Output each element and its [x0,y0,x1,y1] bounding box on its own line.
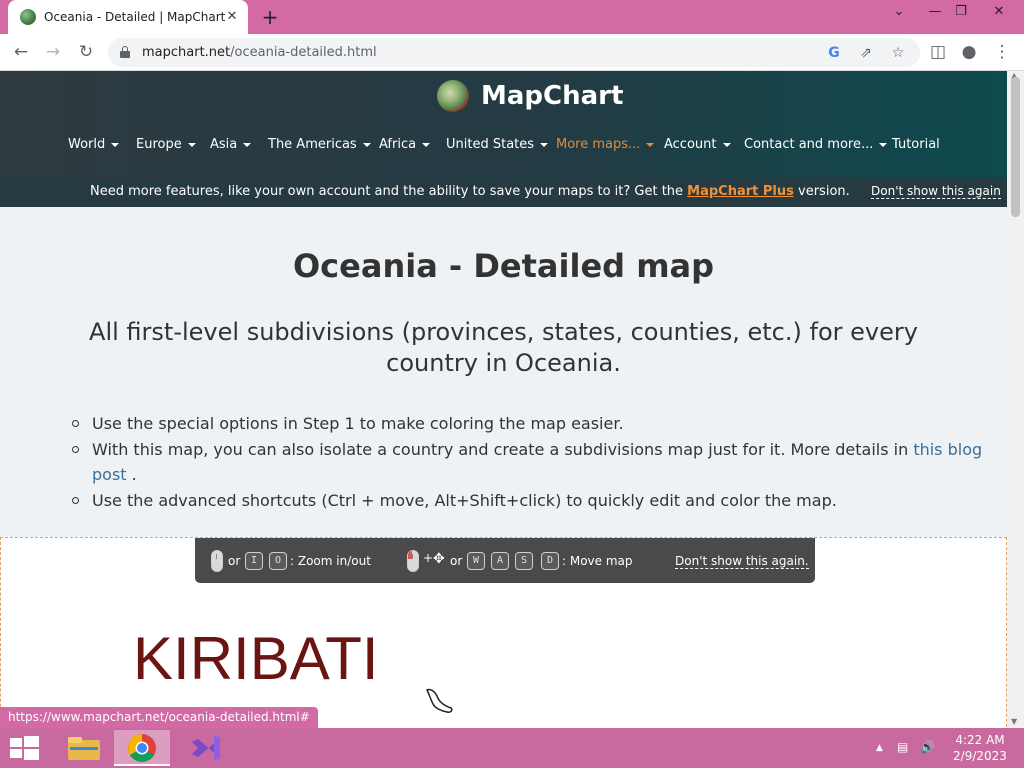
scroll-thumb[interactable] [1011,77,1020,217]
volume-icon[interactable]: 🔊 [920,740,935,754]
nav-africa[interactable]: Africa [379,137,431,152]
caret-down-icon [540,142,549,147]
hint-plus: + [423,551,434,565]
url-path: /oceania-detailed.html [230,45,377,60]
system-clock[interactable]: 4:22 AM 2/9/2023 [950,732,1010,764]
site-header: MapChart World Europe Asia The Americas … [0,71,1007,207]
list-item: Use the advanced shortcuts (Ctrl + move,… [72,488,992,514]
tab-search-icon[interactable]: ⌄ [882,0,916,26]
key-i: I [245,552,263,570]
clock-date: 2/9/2023 [953,749,1007,763]
caret-down-icon [111,142,120,147]
key-d: D [541,552,559,570]
hint-or: or [228,554,241,568]
brand-name: MapChart [481,81,624,111]
caret-down-icon [243,142,252,147]
status-bar-url: https://www.mapchart.net/oceania-detaile… [0,707,318,728]
windows-start-icon[interactable] [6,734,42,762]
key-s: S [515,552,533,570]
scroll-down-icon[interactable]: ▼ [1011,717,1017,726]
caret-down-icon [187,142,196,147]
promo-dismiss-link[interactable]: Don't show this again [871,184,1001,199]
network-icon[interactable]: ▤ [897,740,908,754]
key-a: A [491,552,509,570]
page-subtitle: All first-level subdivisions (provinces,… [89,318,918,377]
profile-avatar-icon[interactable]: ● [957,40,981,64]
reload-icon[interactable]: ↻ [74,40,98,64]
tab-title: Oceania - Detailed | MapChart [44,10,226,24]
nav-more-maps[interactable]: More maps... [556,137,655,152]
google-lens-icon[interactable]: G [824,43,844,63]
lock-icon [120,46,130,58]
hint-or-2: or [450,554,463,568]
page-content: Oceania - Detailed map All first-level s… [0,207,1007,537]
key-o: O [269,552,287,570]
nav-united-states[interactable]: United States [446,137,549,152]
globe-logo-icon [437,80,469,112]
url-host: mapchart.net [142,45,231,60]
url-text: mapchart.net/oceania-detailed.html [142,45,377,60]
nav-tutorial[interactable]: Tutorial [892,137,940,152]
restore-button[interactable]: ❐ [944,0,978,26]
share-icon[interactable]: ⇗ [856,43,876,63]
mouse-click-icon [407,550,419,572]
list-item: With this map, you can also isolate a co… [72,437,992,488]
hint-dismiss-link[interactable]: Don't show this again. [675,554,809,569]
page-title: Oceania - Detailed map [292,247,715,285]
caret-down-icon [722,142,731,147]
nav-americas[interactable]: The Americas [268,137,371,152]
nav-world[interactable]: World [68,137,120,152]
shortcut-hint-bar: or I O : Zoom in/out + ✥ or W A S D : Mo… [195,538,815,583]
brand-logo[interactable]: MapChart [437,79,623,113]
windows-taskbar: ▲ ▤ 🔊 4:22 AM 2/9/2023 [0,728,1024,768]
browser-tab[interactable]: Oceania - Detailed | MapChart ✕ [8,0,248,34]
page-scrollbar[interactable]: ▲ ▼ [1007,71,1024,728]
page-viewport: MapChart World Europe Asia The Americas … [0,71,1007,728]
key-w: W [467,552,485,570]
mapchart-favicon-icon [20,9,36,25]
nav-asia[interactable]: Asia [210,137,252,152]
close-window-button[interactable]: ✕ [982,0,1016,26]
tab-close-icon[interactable]: ✕ [222,7,242,27]
caret-down-icon [646,142,655,147]
chrome-menu-icon[interactable]: ⋮ [990,40,1014,64]
new-tab-button[interactable]: + [258,5,282,29]
address-bar[interactable]: mapchart.net/oceania-detailed.html G ⇗ ☆ [108,38,920,67]
mouse-scroll-icon [211,550,223,572]
main-nav: World Europe Asia The Americas Africa Un… [0,137,1007,157]
nav-contact[interactable]: Contact and more... [744,137,888,152]
browser-tab-strip: Oceania - Detailed | MapChart ✕ + ⌄ — ❐ … [0,0,1024,34]
caret-down-icon [879,142,888,147]
list-item: Use the special options in Step 1 to mak… [72,411,992,437]
move-label: : Move map [562,554,633,568]
tray-chevron-icon[interactable]: ▲ [876,743,883,753]
nav-europe[interactable]: Europe [136,137,196,152]
zoom-label: : Zoom in/out [290,554,371,568]
island-shape-icon[interactable] [425,686,455,716]
bookmark-star-icon[interactable]: ☆ [888,43,908,63]
side-panel-icon[interactable]: ◫ [926,40,950,64]
browser-toolbar: ← → ↻ mapchart.net/oceania-detailed.html… [0,34,1024,71]
promo-text: Need more features, like your own accoun… [90,184,850,199]
nav-account[interactable]: Account [664,137,731,152]
back-arrow-icon[interactable]: ← [9,40,33,64]
promo-banner: Need more features, like your own accoun… [0,177,1007,207]
mapchart-plus-link[interactable]: MapChart Plus [687,184,794,199]
clock-time: 4:22 AM [955,733,1005,747]
caret-down-icon [362,142,371,147]
map-canvas[interactable]: or I O : Zoom in/out + ✥ or W A S D : Mo… [0,537,1007,728]
visual-studio-icon[interactable] [178,730,234,766]
move-arrows-icon: ✥ [433,551,445,567]
chrome-taskbar-icon[interactable] [114,730,170,766]
forward-arrow-icon[interactable]: → [41,40,65,64]
tips-list: Use the special options in Step 1 to mak… [72,411,992,513]
kiribati-map-label: KIRIBATI [133,625,379,692]
file-explorer-icon[interactable] [56,730,112,766]
caret-down-icon [422,142,431,147]
